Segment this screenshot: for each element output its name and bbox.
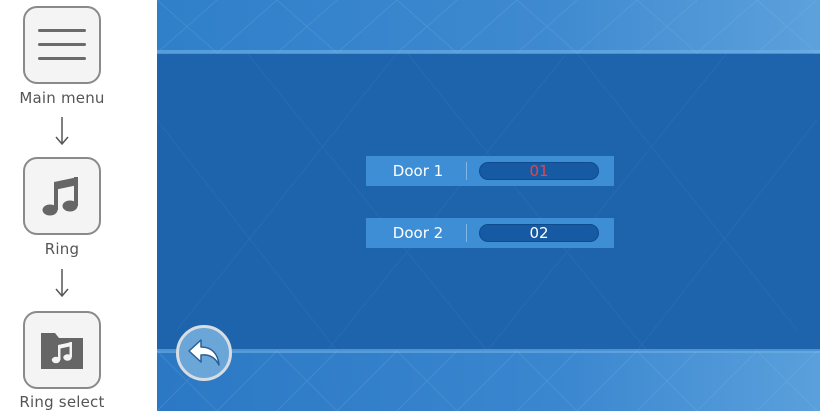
row-divider — [466, 162, 467, 180]
navigation-path: Main menu Ring Ring select — [0, 0, 157, 411]
door-2-ring-value[interactable]: 02 — [479, 224, 599, 242]
door-1-ring-value[interactable]: 01 — [479, 162, 599, 180]
ring-select-label: Ring select — [19, 393, 105, 411]
door-2-row[interactable]: Door 2 02 — [366, 218, 614, 248]
door-1-row[interactable]: Door 1 01 — [366, 156, 614, 186]
ring-label: Ring — [44, 240, 80, 258]
row-divider — [466, 224, 467, 242]
back-button[interactable] — [176, 325, 232, 381]
ring-tile[interactable] — [23, 157, 101, 235]
device-screen: Door 1 01 Door 2 02 — [157, 0, 820, 411]
main-menu-label: Main menu — [19, 89, 105, 107]
main-menu-tile[interactable] — [23, 6, 101, 84]
ring-select-tile[interactable] — [23, 311, 101, 389]
door-1-label: Door 1 — [392, 162, 444, 180]
door-2-label: Door 2 — [392, 224, 444, 242]
music-note-icon — [42, 177, 78, 216]
down-arrow-icon — [55, 117, 69, 146]
music-folder-icon — [41, 333, 83, 369]
menu-icon — [38, 29, 86, 60]
down-arrow-icon — [55, 269, 69, 298]
back-arrow-icon — [188, 339, 220, 366]
background-pattern — [157, 0, 818, 411]
